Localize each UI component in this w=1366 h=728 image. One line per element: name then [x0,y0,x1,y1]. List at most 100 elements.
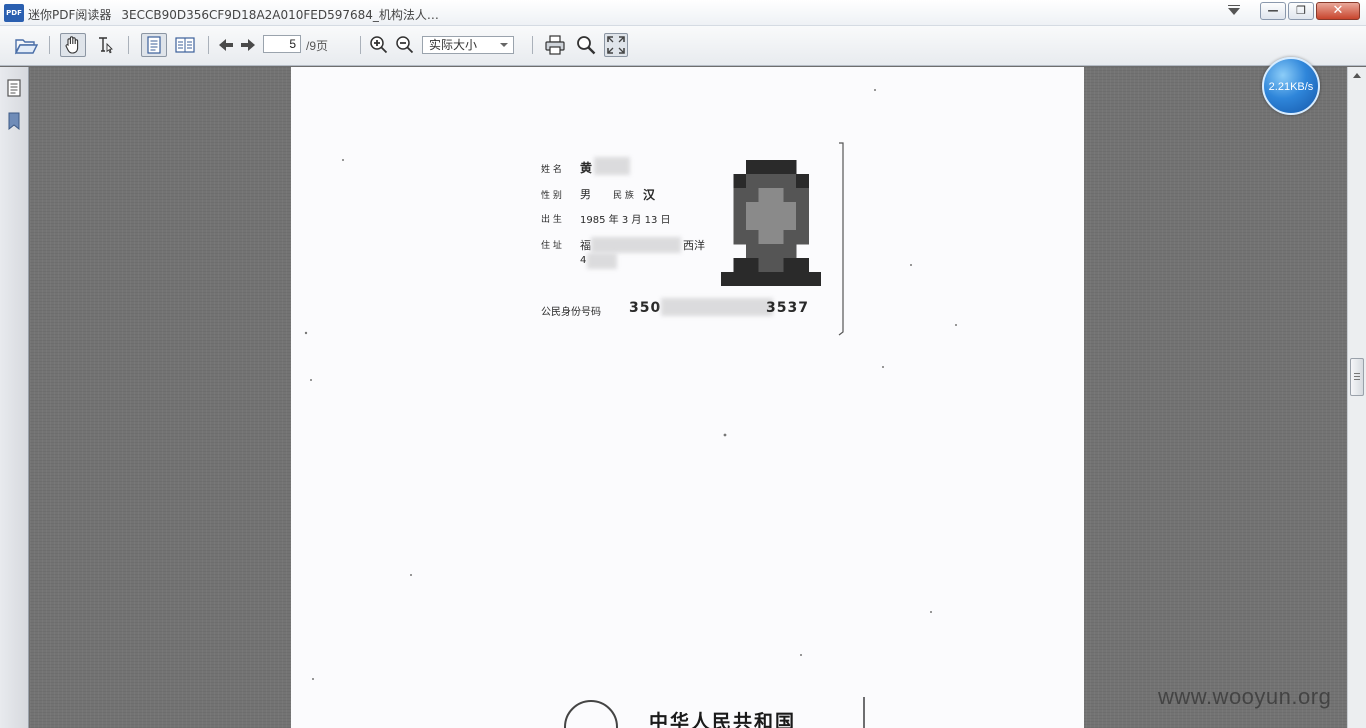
id-photo [721,160,821,286]
photo-mosaic-cell [758,202,772,217]
photo-mosaic-cell [771,160,784,175]
photo-mosaic-cell [733,258,747,273]
photo-mosaic-cell [796,202,809,217]
photo-mosaic-cell [771,216,784,231]
zoom-level-select[interactable]: 实际大小 [422,36,514,54]
window-title: 迷你PDF阅读器 3ECCB90D356CF9D18A2A010FED597684… [28,6,439,23]
birth-month-unit: 月 [631,215,642,226]
photo-mosaic-cell [796,216,809,231]
text-select-button[interactable] [92,33,118,57]
minimize-icon: — [1267,4,1279,17]
id-number-redaction [661,298,773,316]
zoom-in-button[interactable] [368,33,390,57]
address-line2-start: 4 [580,255,587,266]
address-label: 住 址 [541,241,562,251]
photo-mosaic-cell [721,272,734,286]
photo-mosaic-cell [771,188,784,203]
photo-mosaic-cell [746,188,759,203]
print-icon [545,35,565,55]
photo-mosaic-cell [783,244,797,259]
photo-mosaic-cell [758,188,772,203]
address-line1-end: 西洋 [683,239,705,252]
photo-mosaic-cell [746,160,759,175]
birth-label: 出 生 [541,215,562,225]
hand-tool-icon [65,36,79,54]
chevron-down-icon [500,43,508,47]
thumbnails-icon [7,79,21,97]
photo-mosaic-cell [771,230,784,245]
photo-mosaic-cell [746,244,759,259]
hand-tool-button[interactable] [60,33,86,57]
name-value: 黄 [580,161,593,175]
document-viewer[interactable]: 姓 名 黄 性 别 男 民 族 汉 出 生 1985 年 3 月 13 日 住 … [30,67,1347,728]
photo-mosaic-cell [746,174,759,189]
pdf-app-icon[interactable]: PDF [4,4,24,22]
photo-mosaic-cell [746,230,759,245]
birth-day-unit: 日 [660,215,671,226]
photo-mosaic-cell [796,230,809,245]
photo-mosaic-cell [771,174,784,189]
close-icon: ✕ [1332,3,1344,18]
bookmark-icon [8,112,20,131]
single-page-view-button[interactable] [141,33,167,57]
photo-mosaic-cell [746,258,759,273]
photo-mosaic-cell [758,216,772,231]
fullscreen-button[interactable] [604,33,628,57]
photo-mosaic-cell [758,174,772,189]
two-page-icon [175,37,195,53]
next-page-button[interactable] [237,33,259,57]
dropdown-menu-icon[interactable] [1224,2,1244,20]
sex-label: 性 别 [541,191,562,201]
page-total-label: /9页 [306,39,329,53]
birth-month: 3 [621,215,629,226]
side-panel [0,67,29,728]
restore-button[interactable]: ❐ [1288,2,1314,20]
photo-mosaic-cell [783,174,797,189]
photo-mosaic-cell [783,258,797,273]
fullscreen-icon [607,36,625,54]
two-page-view-button[interactable] [172,33,198,57]
photo-mosaic-cell [783,160,797,175]
next-page-icon [241,39,255,51]
single-page-icon [147,36,161,54]
minimize-button[interactable]: — [1260,2,1286,20]
zoom-out-icon [396,36,414,54]
photo-mosaic-cell [808,272,821,286]
photo-mosaic-cell [758,230,772,245]
print-button[interactable] [542,33,568,57]
zoom-out-button[interactable] [394,33,416,57]
photo-mosaic-cell [733,272,747,286]
scroll-up-icon[interactable] [1353,73,1361,78]
zoom-in-icon [370,36,388,54]
download-speed-indicator[interactable]: 2.21KB/s [1262,57,1320,115]
photo-mosaic-cell [733,216,747,231]
id-number-label: 公民身份号码 [541,307,601,318]
photo-mosaic-cell [796,174,809,189]
photo-mosaic-cell [796,188,809,203]
address-redaction-2 [587,253,617,269]
photo-mosaic-cell [758,160,772,175]
photo-mosaic-cell [746,202,759,217]
photo-mosaic-cell [733,230,747,245]
bookmarks-button[interactable] [7,112,23,131]
photo-mosaic-cell [758,272,772,286]
page-number-input[interactable] [263,35,301,53]
photo-mosaic-cell [746,272,759,286]
address-redaction [591,237,681,253]
previous-page-button[interactable] [215,33,237,57]
vertical-scrollbar[interactable] [1347,67,1366,728]
thumbnails-button[interactable] [7,79,23,97]
birth-day: 13 [644,215,658,226]
zoom-level-value: 实际大小 [429,38,478,52]
search-button[interactable] [573,33,599,57]
text-select-icon [99,37,113,54]
photo-mosaic-cell [733,174,747,189]
photo-mosaic-cell [796,272,809,286]
open-file-button[interactable] [12,33,40,57]
close-button[interactable]: ✕ [1316,2,1360,20]
photo-mosaic-cell [796,258,809,273]
open-folder-icon [14,39,38,55]
watermark: www.wooyun.org [1158,684,1332,709]
scan-noise [304,89,957,728]
scrollbar-thumb[interactable] [1350,358,1364,396]
